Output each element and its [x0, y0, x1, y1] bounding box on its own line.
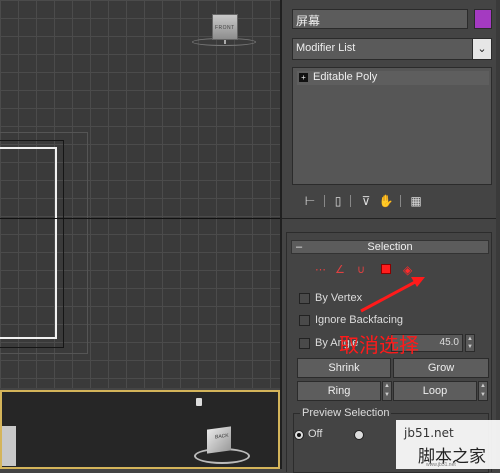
command-panel: 屏幕 Modifier List ⌄ + Editable Poly ⊢ ▯ ⊽… [282, 0, 500, 473]
rollout-title: Selection [367, 241, 413, 253]
collapse-minus-icon[interactable]: – [296, 241, 302, 253]
preview-off-radio[interactable] [294, 430, 304, 440]
watermark-url: www.jb51.net [426, 462, 456, 468]
vertex-icon[interactable]: ⋯ [315, 263, 326, 276]
edge-icon[interactable]: ∠ [335, 263, 345, 276]
preview-subobj-radio[interactable] [354, 430, 364, 440]
viewcube[interactable]: FRONT [212, 14, 238, 40]
expand-plus-icon[interactable]: + [299, 73, 308, 82]
perspective-viewport[interactable]: FRONT [0, 0, 280, 388]
show-end-result-icon[interactable]: ▯ [330, 193, 346, 209]
ring-spinner-arrows[interactable]: ▲ ▼ [382, 381, 392, 401]
shrink-button[interactable]: Shrink [297, 358, 391, 378]
toolbar-divider [324, 195, 325, 207]
configure-modifier-sets-icon[interactable]: ▦ [408, 193, 424, 209]
by-angle-checkbox[interactable] [299, 338, 310, 349]
object-color-swatch[interactable] [474, 9, 492, 29]
grid-axis-line [0, 218, 280, 219]
viewcube-label: FRONT [215, 25, 235, 31]
pin-stack-icon[interactable]: ⊢ [302, 193, 318, 209]
preview-off-label: Off [308, 428, 323, 440]
panel-scrollbar[interactable] [496, 0, 500, 469]
make-unique-icon[interactable]: ⊽ [358, 193, 374, 209]
watermark: jb51.net 脚本之家 www.jb51.net [396, 420, 500, 469]
ignore-backfacing-checkbox[interactable] [299, 315, 310, 326]
viewcube[interactable]: BACK [207, 426, 231, 454]
loop-spinner-arrows[interactable]: ▲ ▼ [478, 381, 488, 401]
angle-spinner-arrows[interactable]: ▲ ▼ [465, 334, 475, 352]
selected-screen-object[interactable] [0, 147, 57, 339]
object-name-field[interactable]: 屏幕 [292, 9, 468, 29]
bottom-viewport[interactable]: BACK [0, 390, 280, 469]
by-vertex-label: By Vertex [315, 292, 363, 304]
toolbar-divider [400, 195, 401, 207]
panel-divider [282, 218, 500, 219]
loop-button[interactable]: Loop [393, 381, 477, 401]
scene-object[interactable] [2, 426, 16, 466]
annotation-text: 取消选择 [339, 333, 419, 357]
by-vertex-checkbox[interactable] [299, 293, 310, 304]
preview-selection-title: Preview Selection [300, 407, 392, 419]
viewcube-label: BACK [215, 432, 229, 441]
toolbar-divider [350, 195, 351, 207]
light-icon [196, 398, 202, 406]
stack-item-editable-poly[interactable]: + Editable Poly [297, 71, 489, 85]
watermark-domain: jb51.net [404, 426, 454, 440]
stack-toolbar: ⊢ ▯ ⊽ ✋ ▦ [292, 191, 492, 213]
modifier-list-label: Modifier List [296, 42, 356, 54]
chevron-down-icon[interactable]: ⌄ [472, 39, 491, 59]
selection-rollout-header[interactable]: – Selection [291, 240, 489, 254]
ring-button[interactable]: Ring [297, 381, 381, 401]
ignore-backfacing-label: Ignore Backfacing [315, 314, 404, 326]
remove-modifier-icon[interactable]: ✋ [378, 193, 394, 209]
grow-button[interactable]: Grow [393, 358, 489, 378]
stack-item-label: Editable Poly [313, 71, 378, 83]
modifier-list-dropdown[interactable]: Modifier List ⌄ [292, 38, 492, 60]
modifier-stack[interactable]: + Editable Poly [292, 67, 492, 185]
